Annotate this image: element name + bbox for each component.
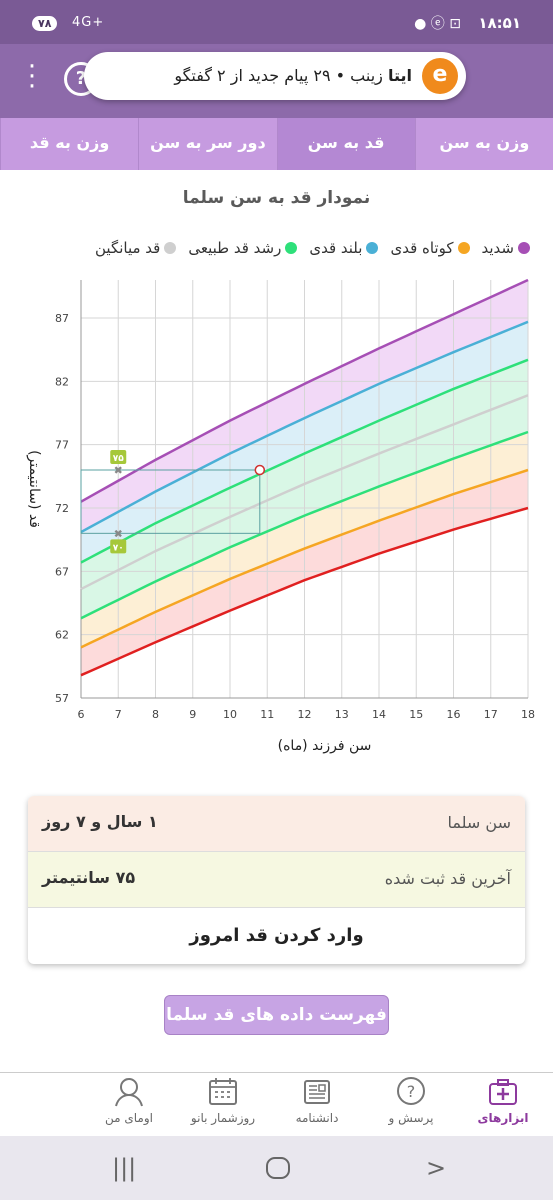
y-tick-label: 82 xyxy=(55,375,69,388)
status-bar: ۷۸ 4G+ ● ⓔ ⊡ ۱۸:۵۱ xyxy=(0,0,553,44)
question-icon: ? xyxy=(397,1077,425,1105)
notification-popup[interactable]: e ایتا زینب • ۲۹ پیام جدید از ۲ گفتگو xyxy=(84,52,466,100)
enter-height-button[interactable]: وارد کردن قد امروز xyxy=(28,908,525,964)
legend-label: قد میانگین xyxy=(95,239,161,257)
y-tick-label: 57 xyxy=(55,692,69,705)
tab-weight-height[interactable]: وزن به قد xyxy=(0,118,138,170)
notification-app-name: ایتا xyxy=(387,66,412,85)
x-axis-label: سن فرزند (ماه) xyxy=(278,738,372,754)
nav-profile-label: اومای من xyxy=(105,1111,153,1125)
legend-item-normal: رشد قد طبیعی xyxy=(188,236,298,260)
x-tick-label: 11 xyxy=(260,708,274,721)
marker-label: ۷۵ xyxy=(113,454,124,464)
height-age-chart: 6 7 8 9 10 11 12 13 14 15 16 17 1857626772778287سن ف… xyxy=(26,278,535,754)
legend-dot xyxy=(457,242,470,254)
age-value: ۱ سال و ۷ روز xyxy=(42,812,158,831)
x-tick-label: 8 xyxy=(152,708,159,721)
marker-cross: ✖ xyxy=(114,464,123,477)
y-tick-label: 67 xyxy=(55,565,69,578)
legend-label: کوتاه قدی xyxy=(390,239,454,257)
nav-calendar-label: روزشمار بانو xyxy=(190,1111,256,1125)
battery-indicator: ۷۸ xyxy=(32,16,58,31)
x-tick-label: 18 xyxy=(521,708,535,721)
legend-item-average: قد میانگین xyxy=(95,236,177,260)
x-tick-label: 7 xyxy=(115,708,122,721)
legend-label: رشد قد طبیعی xyxy=(188,239,282,257)
eitaa-logo-icon: e xyxy=(422,58,458,94)
marker-cross: ✖ xyxy=(114,527,123,540)
notification-icons: ● ⓔ ⊡ xyxy=(414,16,461,32)
signal-icon: 4G+ xyxy=(72,15,105,30)
system-nav-bar: ||| > xyxy=(0,1136,553,1200)
last-height-value: ۷۵ سانتیمتر xyxy=(42,868,136,887)
nav-calendar[interactable]: روزشمار بانو xyxy=(173,1075,273,1125)
legend-item-tall: بلند قدی xyxy=(309,236,379,260)
x-tick-label: 15 xyxy=(409,708,423,721)
last-height-row: آخرین قد ثبت شده ۷۵ سانتیمتر xyxy=(28,852,525,908)
x-tick-label: 12 xyxy=(298,708,312,721)
x-tick-label: 17 xyxy=(484,708,498,721)
tab-head-age[interactable]: دور سر به سن xyxy=(138,118,276,170)
notification-message: زینب • ۲۹ پیام جدید از ۲ گفتگو xyxy=(174,66,383,85)
profile-icon xyxy=(115,1078,143,1107)
nav-encyclopedia[interactable]: دانشنامه xyxy=(267,1075,367,1125)
svg-text:?: ? xyxy=(407,1082,416,1101)
legend-item-short: کوتاه قدی xyxy=(390,236,470,260)
legend-dot xyxy=(164,242,177,254)
y-tick-label: 77 xyxy=(55,439,69,452)
nav-questions-label: پرسش و xyxy=(388,1111,434,1125)
recents-icon[interactable]: ||| xyxy=(112,1154,136,1182)
calendar-icon xyxy=(209,1078,237,1105)
nav-questions[interactable]: ? پرسش و xyxy=(361,1075,461,1125)
info-card: سن سلما ۱ سال و ۷ روز آخرین قد ثبت شده ۷… xyxy=(28,796,525,964)
nav-encyclopedia-label: دانشنامه xyxy=(295,1111,339,1125)
home-icon[interactable] xyxy=(266,1157,290,1179)
bottom-nav: ابزارهای ? پرسش و دانشنامه روزشمار بانو … xyxy=(0,1072,553,1136)
age-label: سن سلما xyxy=(447,813,512,832)
legend-label: شدید xyxy=(481,239,515,257)
legend-label: بلند قدی xyxy=(309,239,363,257)
measurement-point xyxy=(254,464,266,476)
x-tick-label: 10 xyxy=(223,708,237,721)
chart-title: نمودار قد به سن سلما xyxy=(182,188,371,208)
legend-dot xyxy=(285,242,298,254)
back-icon[interactable]: > xyxy=(426,1154,446,1182)
marker-label: ۷۰ xyxy=(113,543,124,553)
chart-legend: شدید کوتاه قدی بلند قدی رشد قد طبیعی قد … xyxy=(8,236,530,260)
tab-weight-age[interactable]: وزن به سن xyxy=(414,118,553,170)
nav-profile[interactable]: اومای من xyxy=(79,1075,179,1125)
nav-tools-label: ابزارهای xyxy=(477,1111,529,1125)
x-tick-label: 14 xyxy=(372,708,386,721)
y-tick-label: 72 xyxy=(55,502,69,515)
tab-height-age[interactable]: قد به سن xyxy=(276,118,415,170)
x-tick-label: 13 xyxy=(335,708,349,721)
y-tick-label: 62 xyxy=(55,629,69,642)
more-menu-icon[interactable]: · · · xyxy=(22,54,42,100)
notification-text: ایتا زینب • ۲۹ پیام جدید از ۲ گفتگو xyxy=(174,66,412,85)
y-axis-label: قد (سانتیمتر) xyxy=(26,450,42,528)
age-row: سن سلما ۱ سال و ۷ روز xyxy=(28,796,525,852)
x-tick-label: 9 xyxy=(189,708,196,721)
y-tick-label: 87 xyxy=(55,312,69,325)
nav-tools[interactable]: ابزارهای xyxy=(453,1075,553,1125)
height-list-button[interactable]: فهرست داده های قد سلما xyxy=(164,995,389,1035)
legend-dot xyxy=(518,242,530,254)
legend-dot xyxy=(366,242,379,254)
encyclopedia-icon xyxy=(304,1080,330,1104)
tab-bar: وزن به سن قد به سن دور سر به سن وزن به ق… xyxy=(0,118,553,170)
status-time: ۱۸:۵۱ xyxy=(478,14,521,32)
x-tick-label: 6 xyxy=(78,708,85,721)
x-tick-label: 16 xyxy=(447,708,461,721)
medical-kit-icon xyxy=(489,1079,517,1105)
last-height-label: آخرین قد ثبت شده xyxy=(384,869,511,888)
legend-item-severe: شدید xyxy=(481,236,530,260)
